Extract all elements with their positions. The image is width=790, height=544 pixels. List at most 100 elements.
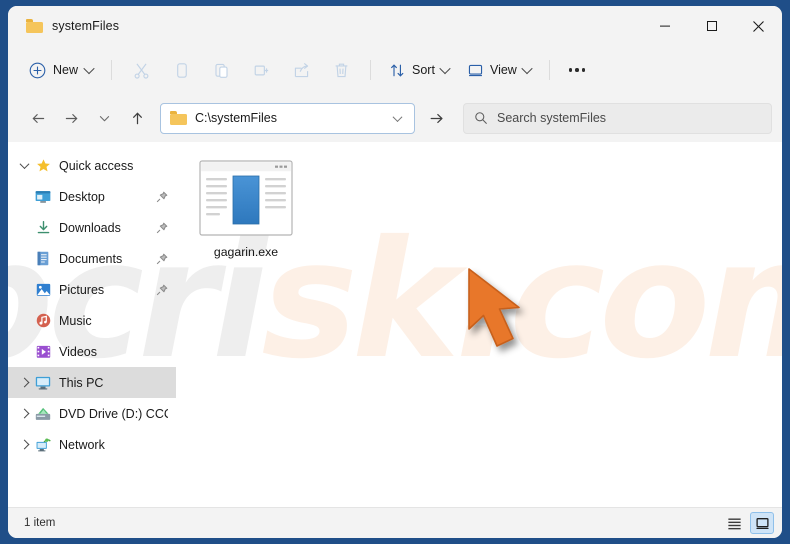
chevron-down-icon — [439, 62, 451, 75]
pin-icon[interactable] — [155, 252, 168, 265]
music-icon — [34, 313, 52, 329]
sidebar-item-documents[interactable]: Documents — [28, 243, 176, 274]
expand-twisty[interactable] — [14, 439, 34, 450]
share-icon — [294, 62, 308, 77]
new-button[interactable]: New — [22, 54, 102, 86]
expand-twisty[interactable] — [14, 159, 34, 170]
maximize-button[interactable] — [688, 6, 735, 46]
address-dropdown-button[interactable] — [388, 106, 406, 130]
arrow-right-icon — [430, 113, 442, 123]
close-button[interactable] — [735, 6, 782, 46]
video-icon — [34, 344, 52, 360]
sidebar-item-quick-access[interactable]: Quick access — [8, 150, 176, 181]
chevron-down-icon — [99, 115, 110, 121]
file-explorer-window: systemFiles New Sort View C:\systemFiles… — [8, 6, 782, 538]
expand-twisty[interactable] — [14, 408, 34, 419]
sidebar-item-label: Documents — [59, 251, 123, 266]
content-pane[interactable]: gagarin.exe — [176, 142, 782, 507]
address-bar[interactable]: C:\systemFiles — [160, 102, 415, 134]
sort-button[interactable]: Sort — [380, 54, 458, 86]
download-icon — [34, 220, 52, 236]
trash-icon — [335, 63, 347, 77]
search-input[interactable]: Search systemFiles — [463, 102, 772, 134]
sidebar-item-dvd-drive[interactable]: DVD Drive (D:) CCCC — [8, 398, 176, 429]
large-icons-view-button[interactable] — [750, 512, 774, 534]
minimize-button[interactable] — [641, 6, 688, 46]
toolbar-divider — [548, 60, 550, 80]
toolbar-divider — [111, 60, 113, 80]
chevron-right-icon — [19, 439, 29, 450]
this-pc-icon — [34, 375, 52, 391]
chevron-down-icon — [392, 111, 402, 122]
view-button[interactable]: View — [458, 54, 540, 86]
sidebar-item-label: DVD Drive (D:) CCCC — [59, 406, 168, 421]
sidebar-item-label: Music — [59, 313, 92, 328]
up-button[interactable] — [121, 102, 154, 134]
chevron-right-icon — [19, 408, 29, 419]
sidebar-item-downloads[interactable]: Downloads — [28, 212, 176, 243]
toolbar-divider — [370, 60, 372, 80]
sidebar-item-videos[interactable]: Videos — [28, 336, 176, 367]
paste-icon — [214, 63, 228, 78]
sidebar-item-desktop[interactable]: Desktop — [28, 181, 176, 212]
pin-icon[interactable] — [155, 190, 168, 203]
list-view-button[interactable] — [722, 512, 746, 534]
sidebar-item-this-pc[interactable]: This PC — [8, 367, 176, 398]
plus-circle-icon — [29, 62, 46, 78]
cut-button[interactable] — [121, 54, 161, 86]
new-button-label: New — [53, 63, 79, 77]
sidebar-item-pictures[interactable]: Pictures — [28, 274, 176, 305]
sidebar-item-label: Videos — [59, 344, 97, 359]
pin-icon[interactable] — [155, 283, 168, 296]
window-controls — [641, 6, 782, 46]
navigation-pane: Quick access Desktop Downloads Documents… — [8, 142, 176, 507]
sidebar-item-label: This PC — [59, 375, 104, 390]
application-window-icon — [198, 159, 294, 237]
sidebar-item-music[interactable]: Music — [28, 305, 176, 336]
chevron-down-icon — [83, 62, 95, 75]
pictures-icon — [34, 282, 52, 298]
expand-twisty[interactable] — [14, 377, 34, 388]
sidebar-item-label: Quick access — [59, 158, 134, 173]
recent-locations-button[interactable] — [88, 102, 121, 134]
arrow-right-icon — [65, 113, 78, 123]
share-button[interactable] — [281, 54, 321, 86]
window-title: systemFiles — [52, 19, 120, 33]
large-icons-view-icon — [755, 517, 769, 529]
sidebar-item-label: Network — [59, 437, 105, 452]
chevron-down-icon — [521, 62, 533, 75]
sidebar-item-label: Pictures — [59, 282, 105, 297]
sidebar-item-network[interactable]: Network — [8, 429, 176, 460]
folder-icon — [26, 19, 43, 33]
desktop-icon — [34, 189, 52, 205]
explorer-body: pcrisk.com Quick access — [8, 142, 782, 507]
star-icon — [34, 158, 52, 174]
paste-button[interactable] — [201, 54, 241, 86]
search-icon — [475, 112, 487, 124]
sort-arrows-icon — [391, 64, 404, 76]
file-item[interactable]: gagarin.exe — [194, 154, 298, 259]
see-more-button[interactable] — [559, 54, 595, 86]
file-name-label: gagarin.exe — [213, 245, 279, 259]
forward-button[interactable] — [55, 102, 88, 134]
status-bar: 1 item — [8, 507, 782, 538]
folder-icon — [170, 111, 187, 125]
minimize-icon — [659, 25, 670, 27]
copy-icon — [176, 62, 187, 78]
maximize-icon — [706, 21, 717, 31]
back-button[interactable] — [22, 102, 55, 134]
pin-icon[interactable] — [155, 221, 168, 234]
item-count-label: 1 item — [24, 517, 56, 529]
ellipsis-icon — [568, 68, 573, 72]
go-button[interactable] — [419, 102, 453, 134]
cursor-arrow-icon — [468, 268, 520, 347]
monitor-icon — [468, 64, 483, 76]
copy-button[interactable] — [161, 54, 201, 86]
rename-button[interactable] — [241, 54, 281, 86]
delete-button[interactable] — [321, 54, 361, 86]
arrow-up-icon — [133, 112, 142, 124]
address-path-text: C:\systemFiles — [195, 111, 277, 125]
window-title-group: systemFiles — [8, 19, 119, 33]
rename-icon — [254, 65, 268, 75]
arrow-left-icon — [32, 113, 45, 123]
